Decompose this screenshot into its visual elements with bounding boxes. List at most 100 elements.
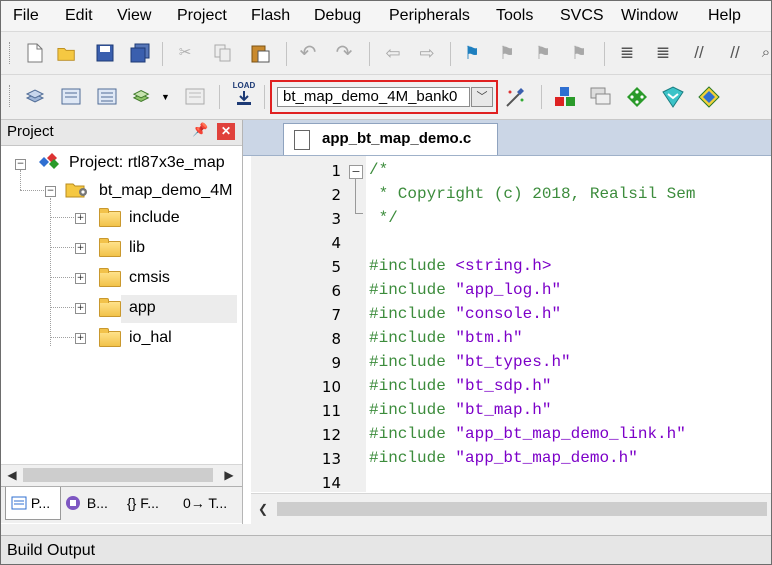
comment-icon[interactable]: // — [689, 43, 709, 63]
folder-icon — [99, 328, 121, 347]
project-horizontal-scrollbar[interactable]: ◀ ▶ — [1, 464, 242, 486]
expand-group-toggle[interactable]: + — [75, 213, 86, 224]
menu-flash[interactable]: Flash — [251, 7, 290, 25]
undo-icon[interactable]: ↶ — [298, 43, 318, 63]
toolbar-grip[interactable] — [9, 42, 13, 64]
expand-group-toggle[interactable]: + — [75, 333, 86, 344]
target-label[interactable]: bt_map_demo_4M — [99, 178, 232, 204]
line-number: 14 — [321, 474, 341, 492]
pack-installer-icon[interactable] — [661, 86, 685, 112]
indent-icon[interactable]: ≣ — [617, 43, 637, 63]
bookmark-flag-icon[interactable]: ⚑ — [462, 43, 482, 63]
translate-icon[interactable] — [25, 86, 45, 106]
menu-window[interactable]: Window — [621, 7, 678, 25]
code-line-12: #include "app_bt_map_demo_link.h" — [369, 425, 686, 443]
expand-group-toggle[interactable]: + — [75, 303, 86, 314]
find-icon[interactable]: ⌕ — [756, 43, 771, 63]
navigate-back-icon[interactable]: ⇦ — [383, 43, 403, 63]
menu-file[interactable]: File — [13, 7, 39, 25]
scroll-thumb[interactable] — [23, 468, 213, 482]
toolbar-separator — [604, 42, 605, 66]
editor-horizontal-scrollbar[interactable]: ❮ — [251, 493, 771, 524]
menu-view[interactable]: View — [117, 7, 151, 25]
code-line-13: #include "app_bt_map_demo.h" — [369, 449, 638, 467]
include-directive: #include — [369, 401, 446, 419]
software-packs-icon[interactable] — [697, 86, 721, 112]
include-directive: #include — [369, 449, 446, 467]
line-number: 7 — [331, 306, 341, 324]
tab-project[interactable]: P... — [5, 487, 61, 520]
toolbar-separator — [286, 42, 287, 66]
open-folder-icon[interactable] — [57, 43, 77, 63]
load-label: LOAD — [232, 81, 256, 90]
tab-project-label: P... — [30, 495, 51, 511]
clear-bookmarks-icon[interactable]: ⚑ — [569, 43, 589, 63]
menu-edit[interactable]: Edit — [65, 7, 93, 25]
menu-debug[interactable]: Debug — [314, 7, 361, 25]
prev-bookmark-icon[interactable]: ⚑ — [497, 43, 517, 63]
scroll-thumb[interactable] — [277, 502, 767, 516]
line-number: 5 — [331, 258, 341, 276]
code-line-2: * Copyright (c) 2018, Realsil Sem — [369, 185, 696, 203]
close-icon[interactable]: ✕ — [217, 123, 235, 140]
copy-icon[interactable] — [213, 43, 233, 63]
options-for-target-icon[interactable] — [504, 86, 528, 112]
paste-icon[interactable] — [250, 43, 270, 63]
batch-build-icon[interactable] — [132, 86, 152, 106]
chevron-down-icon[interactable]: ﹀ — [471, 87, 493, 107]
toolbar-separator — [369, 42, 370, 66]
tab-templates[interactable]: 0→ T... — [183, 487, 239, 519]
scroll-left-icon[interactable]: ◀ — [4, 467, 20, 483]
select-packs-icon[interactable] — [589, 86, 613, 112]
expand-group-toggle[interactable]: + — [75, 273, 86, 284]
manage-components-icon[interactable] — [625, 86, 649, 112]
toolbar-separator — [541, 85, 542, 109]
group-app[interactable]: app — [129, 295, 156, 321]
build-output-bar[interactable]: Build Output — [1, 535, 771, 564]
cut-icon[interactable]: ✂ — [175, 43, 195, 63]
tab-functions-label: {} F... — [127, 495, 159, 511]
project-root-label[interactable]: Project: rtl87x3e_map — [69, 150, 225, 176]
fold-collapse-icon[interactable]: − — [349, 165, 363, 179]
save-icon[interactable] — [95, 43, 115, 63]
menu-help[interactable]: Help — [708, 7, 741, 25]
menu-peripherals[interactable]: Peripherals — [389, 7, 470, 25]
project-tab-icon — [11, 496, 27, 510]
navigate-forward-icon[interactable]: ⇨ — [417, 43, 437, 63]
tab-books[interactable]: B... — [65, 487, 119, 519]
scroll-right-icon[interactable]: ▶ — [221, 467, 237, 483]
dropdown-arrow-icon[interactable]: ▼ — [161, 92, 170, 102]
group-include[interactable]: include — [129, 205, 180, 231]
new-file-icon[interactable] — [25, 43, 45, 63]
menu-project[interactable]: Project — [177, 7, 227, 25]
scroll-left-icon[interactable]: ❮ — [255, 501, 271, 517]
save-all-icon[interactable] — [130, 43, 150, 63]
toolbar-grip[interactable] — [9, 85, 13, 107]
expand-group-toggle[interactable]: + — [75, 243, 86, 254]
menu-svcs[interactable]: SVCS — [560, 7, 604, 25]
select-target-dropdown[interactable]: bt_map_demo_4M_bank0 — [277, 87, 470, 107]
stop-build-icon[interactable] — [185, 86, 205, 106]
group-lib[interactable]: lib — [129, 235, 145, 261]
uncomment-icon[interactable]: // — [725, 43, 745, 63]
rebuild-icon[interactable] — [97, 86, 117, 106]
code-editor[interactable]: 1 2 3 4 5 6 7 8 9 10 11 12 13 14 − /* * … — [251, 156, 771, 492]
editor-tab-app-bt-map-demo[interactable]: app_bt_map_demo.c — [283, 123, 498, 155]
unindent-icon[interactable]: ≣ — [653, 43, 673, 63]
load-download-button[interactable]: LOAD — [231, 81, 257, 109]
collapse-root-toggle[interactable]: − — [15, 159, 26, 170]
collapse-target-toggle[interactable]: − — [45, 186, 56, 197]
group-io-hal[interactable]: io_hal — [129, 325, 172, 351]
redo-icon[interactable]: ↷ — [334, 43, 354, 63]
code-line-6: #include "app_log.h" — [369, 281, 561, 299]
toolbar-separator — [450, 42, 451, 66]
line-number: 11 — [321, 402, 341, 420]
pin-icon[interactable]: 📌 — [192, 122, 208, 138]
manage-project-items-icon[interactable] — [553, 86, 577, 112]
build-icon[interactable] — [61, 86, 81, 106]
code-line-8: #include "btm.h" — [369, 329, 523, 347]
next-bookmark-icon[interactable]: ⚑ — [533, 43, 553, 63]
group-cmsis[interactable]: cmsis — [129, 265, 170, 291]
menu-tools[interactable]: Tools — [496, 7, 533, 25]
tab-functions[interactable]: {} F... — [127, 487, 177, 519]
